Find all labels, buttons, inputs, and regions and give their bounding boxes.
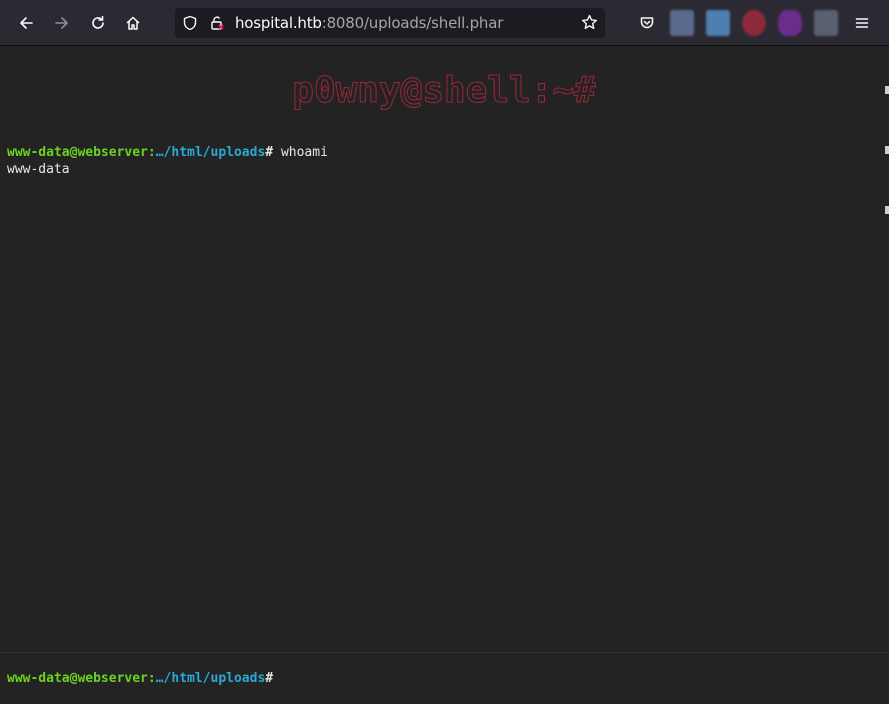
app-menu-button[interactable]	[846, 7, 878, 39]
insecure-lock-icon[interactable]	[209, 15, 225, 31]
extension-icon-1[interactable]	[670, 10, 694, 36]
command-input[interactable]	[279, 671, 869, 689]
history-command: whoami	[273, 145, 328, 160]
browser-toolbar: hospital.htb:8080/uploads/shell.phar	[0, 0, 889, 46]
extension-icon-3[interactable]	[742, 10, 766, 36]
scroll-indicators	[885, 86, 889, 266]
forward-button[interactable]	[46, 7, 78, 39]
back-button[interactable]	[10, 7, 42, 39]
scroll-mark	[885, 206, 889, 214]
history-output: www-data	[7, 162, 70, 177]
scroll-mark	[885, 86, 889, 94]
history-command-line: www-data@webserver:…/html/uploads# whoam…	[7, 145, 328, 161]
address-bar[interactable]: hospital.htb:8080/uploads/shell.phar	[175, 8, 605, 38]
input-prompt: www-data@webserver:…/html/uploads#	[7, 671, 273, 687]
hamburger-menu-icon	[855, 18, 869, 28]
pocket-icon	[640, 17, 654, 29]
url-path: :8080/uploads/shell.phar	[321, 14, 504, 32]
arrow-right-icon	[55, 17, 68, 29]
prompt-path: …/html/uploads	[155, 671, 266, 686]
prompt-path: …/html/uploads	[155, 145, 266, 160]
shell-banner: p0wny@shell:~#	[292, 69, 596, 111]
prompt-hash: #	[265, 671, 274, 686]
url-text[interactable]: hospital.htb:8080/uploads/shell.phar	[235, 14, 503, 32]
scroll-mark	[885, 146, 889, 154]
tracking-protection-shield-icon[interactable]	[182, 15, 198, 31]
prompt-hash: #	[265, 145, 274, 160]
prompt-user: www-data@webserver:	[7, 671, 156, 686]
reload-icon	[92, 15, 104, 29]
extension-icon-2[interactable]	[706, 10, 730, 36]
extension-icon-4[interactable]	[778, 10, 802, 36]
star-icon[interactable]	[581, 14, 598, 31]
url-host: hospital.htb	[235, 14, 322, 32]
shell-terminal: p0wny@shell:~# www-data@webserver:…/html…	[0, 46, 889, 704]
arrow-left-icon	[20, 17, 33, 29]
home-icon	[126, 16, 140, 30]
reload-button[interactable]	[82, 7, 114, 39]
prompt-user: www-data@webserver:	[7, 145, 156, 160]
command-input-area: www-data@webserver:…/html/uploads#	[0, 653, 889, 704]
extension-icon-5[interactable]	[814, 10, 838, 36]
home-button[interactable]	[117, 7, 149, 39]
pocket-button[interactable]	[631, 7, 663, 39]
